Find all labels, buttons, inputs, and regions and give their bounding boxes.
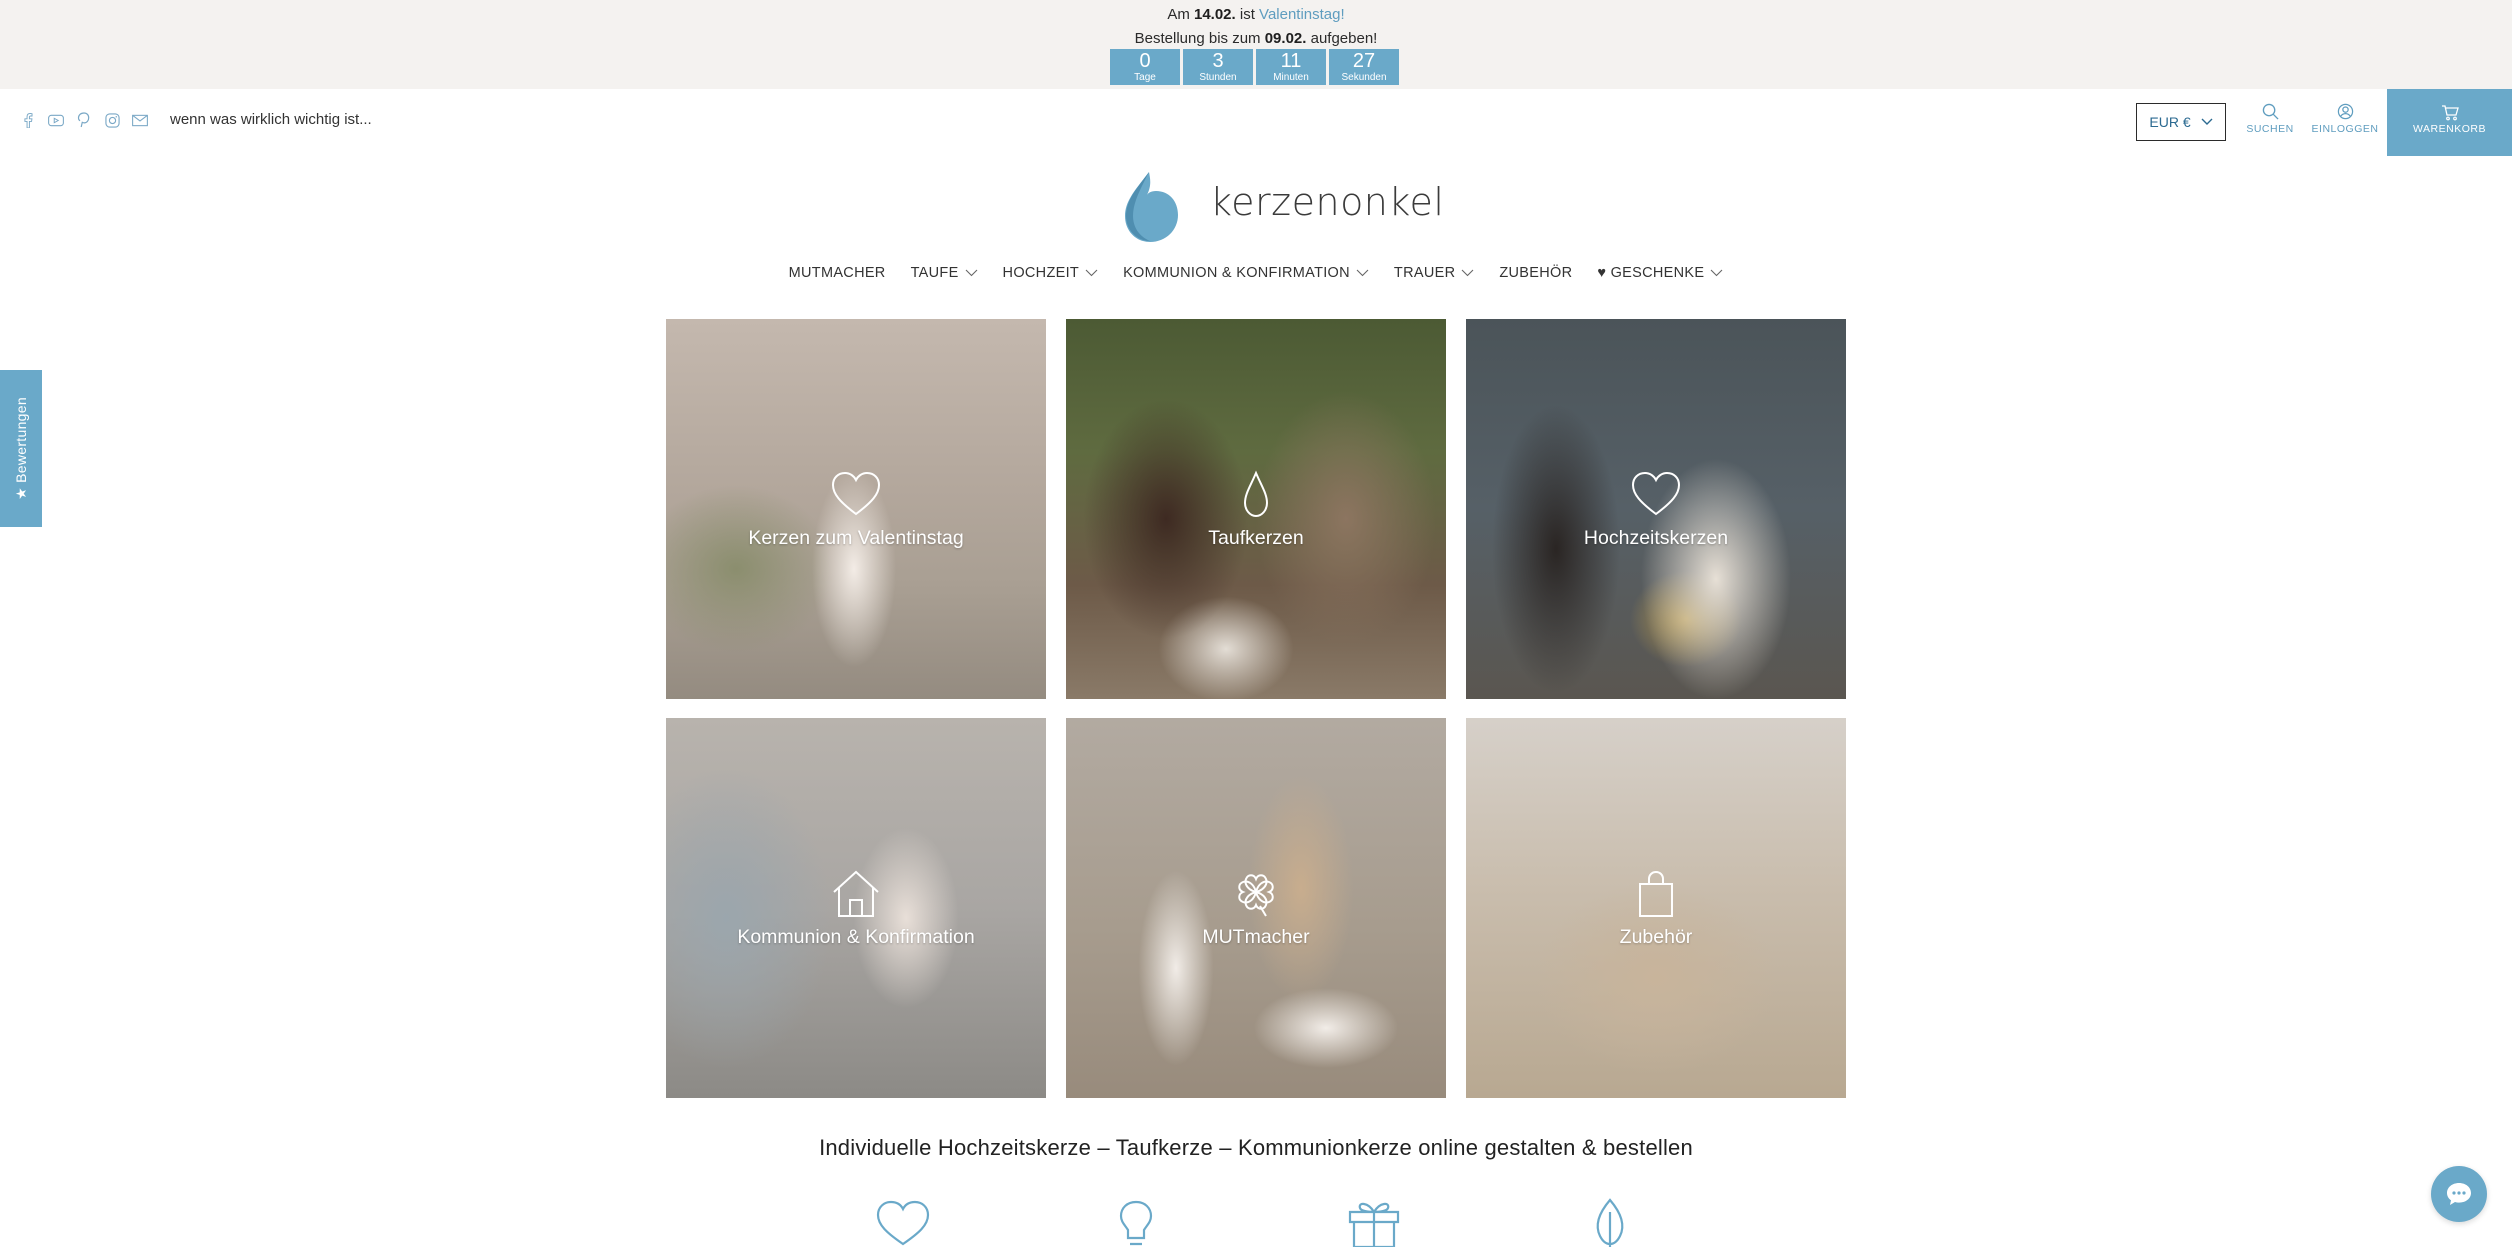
- nav-item-hochzeit[interactable]: HOCHZEIT: [1003, 258, 1099, 288]
- user-icon: [2310, 103, 2380, 123]
- countdown-timer: 0 Tage 3 Stunden 11 Minuten 27 Sekunden: [1110, 49, 1399, 85]
- reviews-tab[interactable]: ★ Bewertungen: [0, 370, 42, 527]
- countdown-value: 0: [1139, 50, 1151, 72]
- main-nav: MUTMACHER TAUFE HOCHZEIT KOMMUNION & KON…: [0, 258, 2512, 288]
- promo-line-2: Bestellung bis zum 09.02. aufgeben!: [0, 27, 2512, 51]
- leaf-icon: [1596, 1198, 1624, 1247]
- nav-item-geschenke[interactable]: ♥ GESCHENKE: [1597, 258, 1723, 288]
- chevron-down-icon: [965, 269, 977, 277]
- pinterest-icon[interactable]: [76, 112, 92, 128]
- category-tile-mutmacher[interactable]: MUTmacher: [1066, 718, 1446, 1098]
- chevron-down-icon: [1710, 269, 1723, 277]
- promo-line-1: Am 14.02. ist Valentinstag!: [0, 3, 2512, 27]
- church-icon: [833, 870, 879, 917]
- cart-icon: [2387, 105, 2512, 123]
- promo-text: Am: [1167, 6, 1190, 23]
- heart-icon: [876, 1200, 930, 1246]
- countdown-seconds: 27 Sekunden: [1329, 49, 1399, 85]
- tile-label: Taufkerzen: [1208, 526, 1304, 549]
- chat-icon: [2447, 1183, 2471, 1205]
- heart-icon: [1631, 471, 1681, 515]
- promo-date: 14.02.: [1193, 6, 1236, 23]
- nav-label: KOMMUNION & KONFIRMATION: [1123, 265, 1350, 281]
- nav-item-mutmacher[interactable]: MUTMACHER: [789, 258, 886, 288]
- nav-item-taufe[interactable]: TAUFE: [911, 258, 978, 288]
- reviews-tab-label: ★ Bewertungen: [12, 397, 29, 500]
- category-tile-kommunion[interactable]: Kommunion & Konfirmation: [666, 718, 1046, 1098]
- currency-value: EUR €: [2149, 114, 2191, 130]
- promo-event: Valentinstag!: [1259, 6, 1345, 23]
- heart-icon: [831, 471, 881, 515]
- countdown-unit: Minuten: [1273, 72, 1309, 83]
- promo-text: aufgeben!: [1310, 30, 1378, 47]
- nav-label: TAUFE: [910, 265, 959, 281]
- countdown-value: 11: [1280, 50, 1302, 72]
- countdown-hours: 3 Stunden: [1183, 49, 1253, 85]
- search-button[interactable]: SUCHEN: [2245, 103, 2295, 135]
- drop-icon: [1243, 469, 1269, 517]
- login-label: EINLOGGEN: [2311, 123, 2379, 135]
- cart-label: WARENKORB: [2413, 123, 2486, 135]
- category-tile-valentinstag[interactable]: Kerzen zum Valentinstag: [666, 319, 1046, 699]
- bag-icon: [1639, 870, 1673, 917]
- countdown-unit: Sekunden: [1341, 72, 1387, 83]
- countdown-value: 27: [1352, 50, 1376, 72]
- promo-text: ist: [1239, 6, 1255, 23]
- nav-label: ZUBEHÖR: [1499, 265, 1573, 281]
- nav-label: ♥ GESCHENKE: [1597, 265, 1705, 281]
- promo-text: Bestellung bis zum: [1134, 30, 1261, 47]
- cart-button[interactable]: WARENKORB: [2387, 89, 2512, 156]
- tile-label: Kommunion & Konfirmation: [737, 925, 975, 948]
- page-subheading: Individuelle Hochzeitskerze – Taufkerze …: [819, 1135, 1693, 1160]
- nav-label: HOCHZEIT: [1002, 265, 1080, 281]
- site-header: wenn was wirklich wichtig ist... EUR € S…: [0, 89, 2512, 156]
- chevron-down-icon: [1461, 269, 1474, 277]
- category-tile-zubehoer[interactable]: Zubehör: [1466, 718, 1846, 1098]
- promo-bar: Am 14.02. ist Valentinstag! Bestellung b…: [0, 0, 2512, 89]
- nav-label: MUTMACHER: [788, 265, 886, 281]
- facebook-icon[interactable]: [20, 112, 36, 128]
- chat-button[interactable]: [2431, 1166, 2487, 1222]
- search-icon: [2245, 103, 2295, 123]
- countdown-unit: Stunden: [1199, 72, 1237, 83]
- category-tile-hochzeitskerzen[interactable]: Hochzeitskerzen: [1466, 319, 1846, 699]
- mail-icon[interactable]: [132, 112, 148, 128]
- chevron-down-icon: [2201, 118, 2213, 125]
- clover-icon: [1238, 873, 1274, 917]
- social-links: [20, 112, 148, 128]
- currency-selector[interactable]: EUR €: [2136, 103, 2226, 141]
- nav-label: TRAUER: [1393, 265, 1456, 281]
- youtube-icon[interactable]: [48, 112, 64, 128]
- category-tile-taufkerzen[interactable]: Taufkerzen: [1066, 319, 1446, 699]
- tagline: wenn was wirklich wichtig ist...: [170, 111, 372, 128]
- countdown-days: 0 Tage: [1110, 49, 1180, 85]
- promo-deadline: 09.02.: [1264, 30, 1307, 47]
- nav-item-kommunion[interactable]: KOMMUNION & KONFIRMATION: [1123, 258, 1369, 288]
- tile-label: Kerzen zum Valentinstag: [748, 526, 964, 549]
- countdown-minutes: 11 Minuten: [1256, 49, 1326, 85]
- gift-icon: [1348, 1202, 1400, 1247]
- nav-item-trauer[interactable]: TRAUER: [1394, 258, 1474, 288]
- login-button[interactable]: EINLOGGEN: [2310, 103, 2380, 135]
- tile-label: Hochzeitskerzen: [1583, 526, 1729, 549]
- instagram-icon[interactable]: [104, 112, 120, 128]
- logo-wordmark[interactable]: kerzenonkel: [1210, 180, 1444, 224]
- chevron-down-icon: [1356, 269, 1369, 277]
- search-label: SUCHEN: [2246, 123, 2294, 135]
- tile-label: Zubehör: [1619, 925, 1693, 948]
- chevron-down-icon: [1085, 269, 1098, 277]
- tile-label: MUTmacher: [1202, 925, 1310, 948]
- countdown-unit: Tage: [1134, 72, 1156, 83]
- nav-item-zubehoer[interactable]: ZUBEHÖR: [1499, 258, 1572, 288]
- countdown-value: 3: [1212, 50, 1224, 72]
- lightbulb-icon: [1119, 1200, 1153, 1246]
